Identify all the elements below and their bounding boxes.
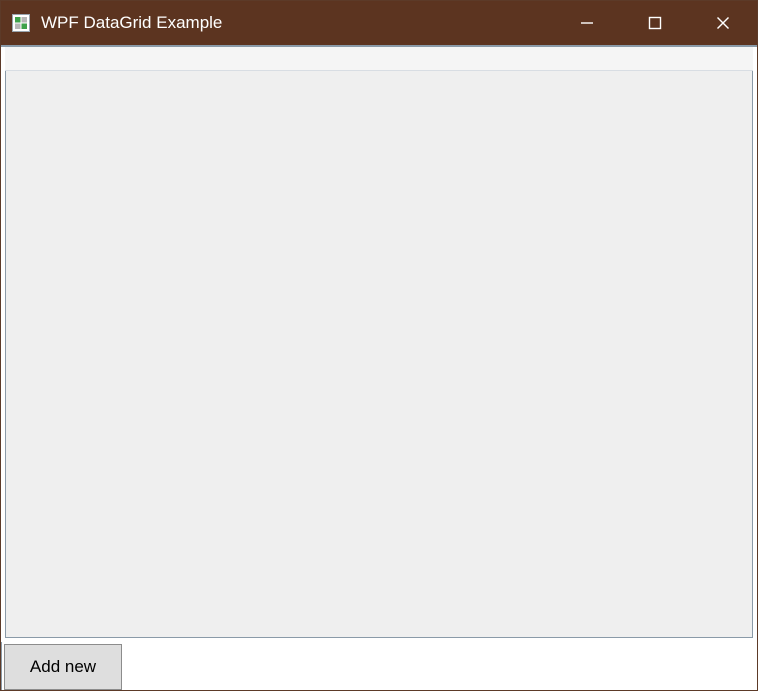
maximize-button[interactable] xyxy=(621,1,689,45)
add-new-button[interactable]: Add new xyxy=(4,644,122,690)
app-icon xyxy=(11,13,31,33)
client-area: Add new xyxy=(1,45,757,690)
datagrid-body[interactable] xyxy=(5,71,753,638)
datagrid[interactable] xyxy=(5,47,753,638)
close-button[interactable] xyxy=(689,1,757,45)
footer: Add new xyxy=(1,642,757,690)
app-window: WPF DataGrid Example xyxy=(0,0,758,691)
window-title: WPF DataGrid Example xyxy=(41,13,222,33)
datagrid-header xyxy=(5,47,753,71)
minimize-button[interactable] xyxy=(553,1,621,45)
window-controls xyxy=(553,1,757,45)
titlebar[interactable]: WPF DataGrid Example xyxy=(1,1,757,45)
